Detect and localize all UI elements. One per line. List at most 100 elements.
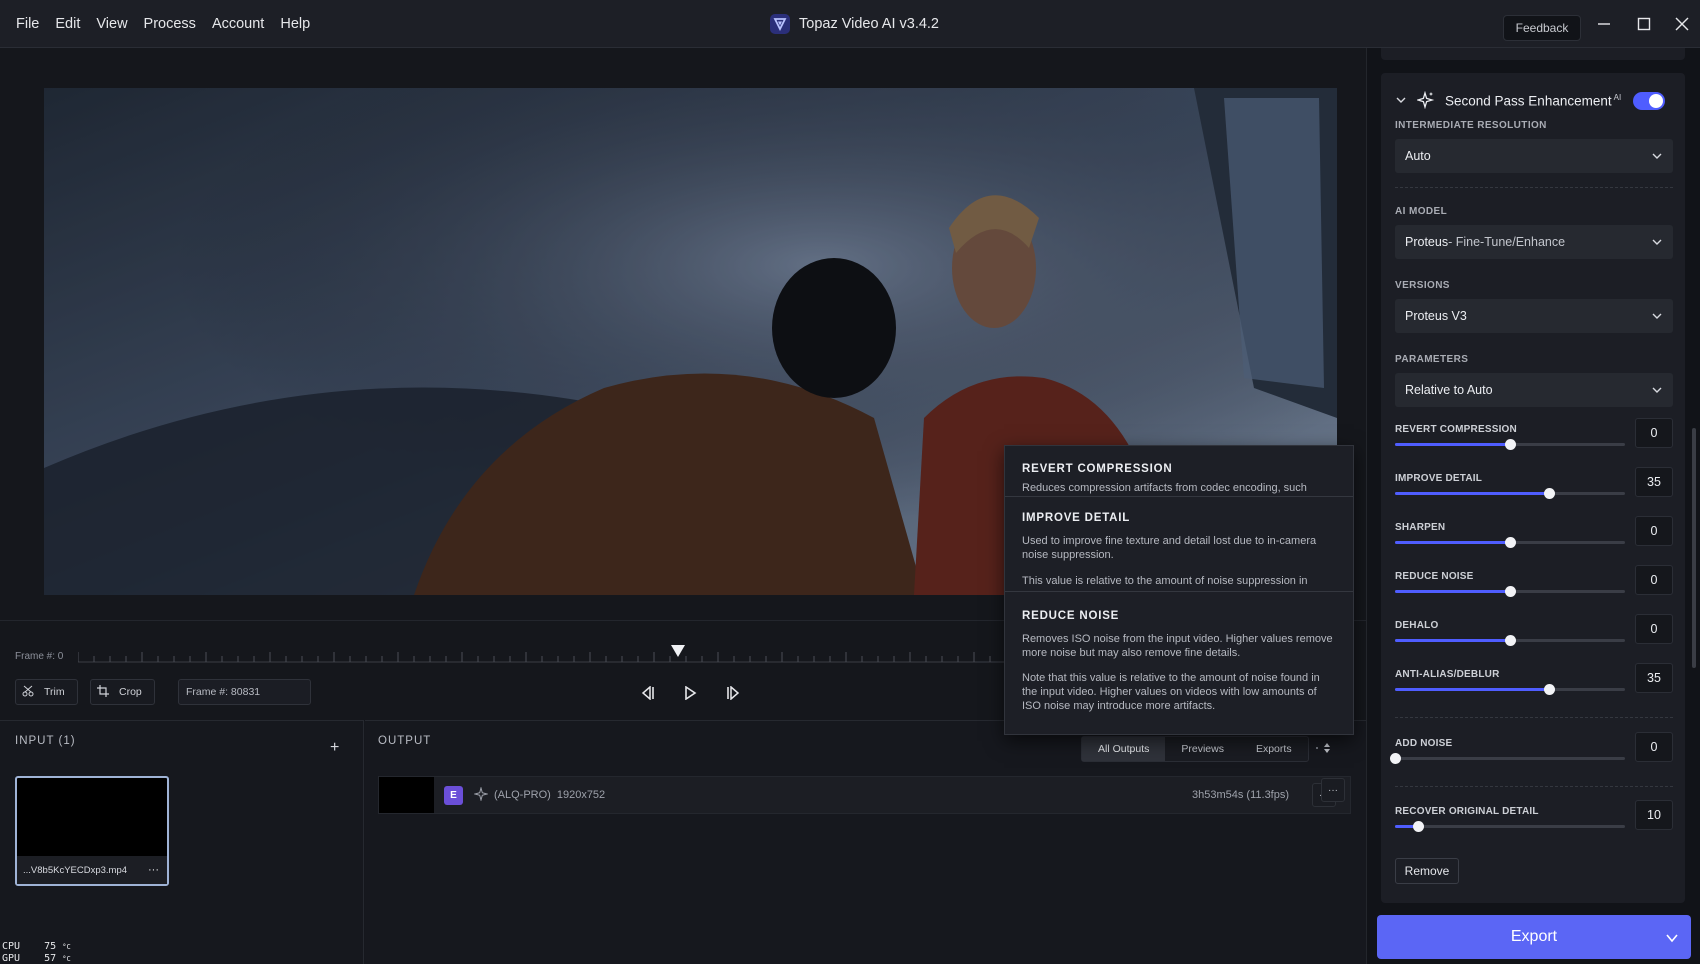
sharpen-value[interactable]: 0 <box>1635 516 1673 546</box>
recover-original-detail-value[interactable]: 10 <box>1635 800 1673 830</box>
second-pass-header[interactable]: Second Pass Enhancement AI <box>1395 90 1621 111</box>
recover-original-detail-label: RECOVER ORIGINAL DETAIL <box>1395 806 1539 817</box>
input-title: INPUT (1) <box>15 735 76 747</box>
tab-all-outputs[interactable]: All Outputs <box>1082 737 1166 761</box>
frame-number-field[interactable]: Frame #: 80831 <box>178 679 311 705</box>
tooltip-improve-detail: IMPROVE DETAIL Used to improve fine text… <box>1005 512 1353 588</box>
output-resolution: 1920x752 <box>556 789 606 801</box>
slider-knob[interactable] <box>1544 684 1556 695</box>
slider-knob[interactable] <box>1505 635 1516 646</box>
input-more-button[interactable]: ··· <box>148 864 159 876</box>
menu-file[interactable]: File <box>8 16 47 32</box>
settings-scrollbar[interactable] <box>1692 428 1696 668</box>
dehalo-label: DEHALO <box>1395 620 1439 631</box>
tooltip-text: Note that this value is relative to the … <box>1022 672 1320 712</box>
ai-model-label: AI MODEL <box>1395 206 1448 217</box>
gpu-unit: °C <box>62 955 71 963</box>
output-model: (ALQ-PRO) <box>494 789 551 801</box>
ai-model-select[interactable]: Proteus - Fine-Tune/Enhance <box>1395 225 1673 259</box>
remove-button[interactable]: Remove <box>1395 858 1459 884</box>
dehalo-slider[interactable] <box>1395 635 1625 646</box>
menu-bar: File Edit View Process Account Help <box>8 0 318 48</box>
trim-button[interactable]: Trim <box>15 679 78 705</box>
second-pass-toggle[interactable] <box>1633 92 1665 110</box>
title-bar: File Edit View Process Account Help Topa… <box>0 0 1700 48</box>
minimize-icon[interactable] <box>1592 12 1616 36</box>
chevron-down-icon[interactable] <box>1665 931 1679 949</box>
next-frame-icon[interactable] <box>724 683 744 703</box>
sparkle-icon <box>473 785 489 804</box>
output-options-button[interactable]: ··· <box>1321 778 1345 802</box>
divider <box>1395 786 1673 787</box>
crop-button[interactable]: Crop <box>90 679 155 705</box>
app-title-group: Topaz Video AI v3.4.2 <box>770 0 939 48</box>
close-icon[interactable] <box>1670 12 1694 36</box>
playhead-marker[interactable] <box>670 643 686 664</box>
slider-knob[interactable] <box>1413 821 1424 832</box>
intermediate-resolution-value: Auto <box>1405 149 1431 163</box>
timeline-ruler[interactable] <box>78 651 1008 663</box>
previous-frame-icon[interactable] <box>637 683 657 703</box>
parameters-value: Relative to Auto <box>1405 383 1493 397</box>
menu-help[interactable]: Help <box>272 16 318 32</box>
anti-alias-deblur-slider[interactable] <box>1395 684 1625 695</box>
anti-alias-deblur-value[interactable]: 35 <box>1635 663 1673 693</box>
ai-model-suffix: - Fine-Tune/Enhance <box>1448 235 1566 249</box>
improve-detail-label: IMPROVE DETAIL <box>1395 473 1483 484</box>
input-file-name: ...V8b5KcYECDxp3.mp4 <box>17 856 167 884</box>
previous-card-edge <box>1381 48 1685 60</box>
revert-compression-slider[interactable] <box>1395 439 1625 450</box>
export-button[interactable]: Export <box>1377 915 1691 959</box>
sharpen-slider[interactable] <box>1395 537 1625 548</box>
sharpen-label: SHARPEN <box>1395 522 1446 533</box>
revert-compression-value[interactable]: 0 <box>1635 418 1673 448</box>
menu-edit[interactable]: Edit <box>47 16 88 32</box>
versions-select[interactable]: Proteus V3 <box>1395 299 1673 333</box>
tab-previews[interactable]: Previews <box>1165 737 1240 761</box>
feedback-button[interactable]: Feedback <box>1503 15 1581 41</box>
tab-exports[interactable]: Exports <box>1240 737 1308 761</box>
tooltip-title: REVERT COMPRESSION <box>1022 463 1173 475</box>
settings-panel: Second Pass Enhancement AI INTERMEDIATE R… <box>1366 48 1700 964</box>
tooltip-text: This value is relative to the amount of … <box>1022 575 1308 587</box>
chevron-down-icon[interactable] <box>1395 94 1407 109</box>
cpu-label: CPU <box>2 941 21 952</box>
intermediate-resolution-label: INTERMEDIATE RESOLUTION <box>1395 120 1547 131</box>
slider-knob[interactable] <box>1505 586 1516 597</box>
slider-knob[interactable] <box>1390 753 1401 764</box>
app-window: File Edit View Process Account Help Topa… <box>0 0 1700 964</box>
improve-detail-slider[interactable] <box>1395 488 1625 499</box>
menu-view[interactable]: View <box>88 16 135 32</box>
slider-knob[interactable] <box>1505 537 1516 548</box>
sort-icon[interactable] <box>1315 742 1333 757</box>
output-time: 3h53m54s (11.3fps) <box>1192 789 1290 801</box>
slider-knob[interactable] <box>1505 439 1516 450</box>
topaz-logo-icon <box>770 14 790 34</box>
section-title: Second Pass Enhancement <box>1445 93 1612 109</box>
export-label: Export <box>1510 928 1558 945</box>
app-title: Topaz Video AI v3.4.2 <box>799 16 940 32</box>
versions-value: Proteus V3 <box>1405 309 1467 323</box>
system-stats-overlay: CPU 75 °C GPU 57 °C <box>2 941 71 964</box>
chevron-down-icon <box>1651 384 1663 399</box>
input-panel: INPUT (1) + ...V8b5KcYECDxp3.mp4 ··· CPU… <box>0 720 364 964</box>
menu-process[interactable]: Process <box>136 16 204 32</box>
reduce-noise-slider[interactable] <box>1395 586 1625 597</box>
parameters-select[interactable]: Relative to Auto <box>1395 373 1673 407</box>
add-input-button[interactable]: + <box>330 739 339 757</box>
recover-original-detail-slider[interactable] <box>1395 821 1625 832</box>
play-icon[interactable] <box>680 683 700 703</box>
tooltip-reduce-noise: REDUCE NOISE Removes ISO noise from the … <box>1005 610 1353 713</box>
menu-account[interactable]: Account <box>204 16 272 32</box>
output-row[interactable]: E (ALQ-PRO) 1920x752 3h53m54s (11.3fps) … <box>378 776 1351 814</box>
intermediate-resolution-select[interactable]: Auto <box>1395 139 1673 173</box>
dehalo-value[interactable]: 0 <box>1635 614 1673 644</box>
slider-knob[interactable] <box>1544 488 1556 499</box>
export-badge: E <box>444 786 463 805</box>
input-video-thumbnail[interactable]: ...V8b5KcYECDxp3.mp4 ··· <box>15 776 169 886</box>
maximize-icon[interactable] <box>1632 12 1656 36</box>
add-noise-value[interactable]: 0 <box>1635 732 1673 762</box>
reduce-noise-value[interactable]: 0 <box>1635 565 1673 595</box>
improve-detail-value[interactable]: 35 <box>1635 467 1673 497</box>
add-noise-slider[interactable] <box>1390 753 1625 764</box>
